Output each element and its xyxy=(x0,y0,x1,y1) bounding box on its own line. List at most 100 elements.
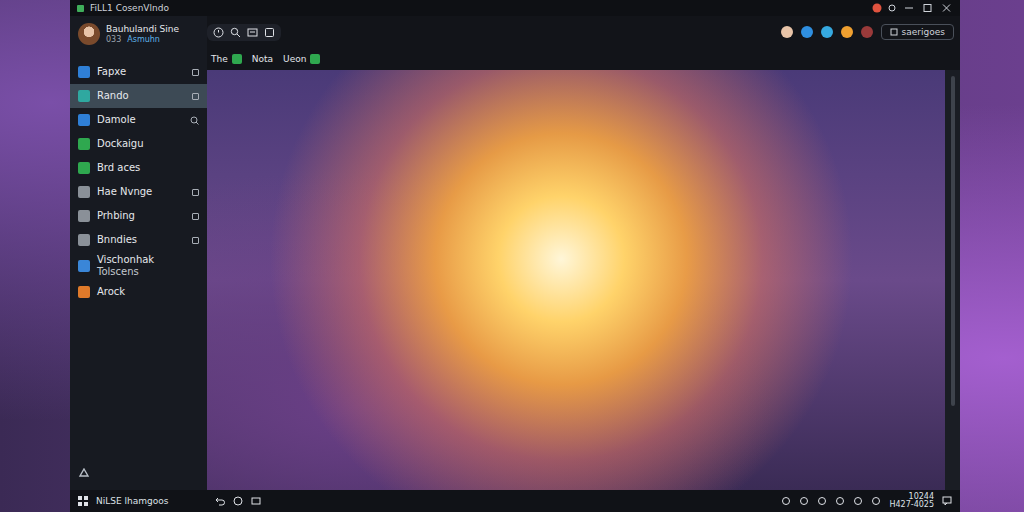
taskbar-main: 10244H427-4025 xyxy=(207,493,960,510)
maximize-icon[interactable] xyxy=(921,3,935,13)
user-name: Bauhulandi Sine xyxy=(106,24,179,34)
sidebar-item[interactable]: Prhbing xyxy=(70,204,207,228)
close-icon[interactable] xyxy=(940,3,954,13)
clock[interactable]: 10244H427-4025 xyxy=(889,493,934,510)
pen-icon[interactable] xyxy=(799,496,809,506)
tab[interactable]: Ueon xyxy=(281,53,322,65)
title-bar: FiLL1 CosenVlndo xyxy=(70,0,960,16)
item-action-icon[interactable] xyxy=(192,69,199,76)
gear-icon[interactable] xyxy=(853,496,863,506)
hand-icon[interactable] xyxy=(781,496,791,506)
toolbar: saerigoes xyxy=(207,16,960,48)
tab[interactable]: The xyxy=(209,53,244,65)
edit-icon xyxy=(890,28,898,36)
clock-date: H427-4025 xyxy=(889,501,934,509)
item-icon xyxy=(78,90,90,102)
main-area: saerigoes The Nota Ueon xyxy=(207,16,960,490)
undo-icon[interactable] xyxy=(215,496,225,506)
network-icon[interactable] xyxy=(871,496,881,506)
profile-text: Bauhulandi Sine033 Asmuhn xyxy=(106,24,179,44)
item-label: Bnndies xyxy=(97,234,185,246)
item-title: Damole xyxy=(97,114,136,125)
item-title: Bnndies xyxy=(97,234,137,245)
tab-app-icon xyxy=(310,54,320,64)
item-action-icon[interactable] xyxy=(192,189,199,196)
item-subtitle: Tolscens xyxy=(97,266,185,278)
item-label: Prhbing xyxy=(97,210,185,222)
desktop-right xyxy=(960,0,1024,512)
item-icon xyxy=(78,138,90,150)
item-icon xyxy=(78,234,90,246)
avatar-icon[interactable] xyxy=(78,23,100,45)
item-icon xyxy=(78,210,90,222)
item-title: Arock xyxy=(97,286,125,297)
coin-icon[interactable] xyxy=(841,26,853,38)
item-icon xyxy=(78,162,90,174)
action-label: saerigoes xyxy=(902,27,945,37)
panel-icon[interactable] xyxy=(251,496,261,506)
chat-icon[interactable] xyxy=(835,496,845,506)
circle-icon[interactable] xyxy=(233,496,243,506)
item-label: Hae Nvnge xyxy=(97,186,185,198)
sidebar-item[interactable]: Bnndies xyxy=(70,228,207,252)
status-icon[interactable] xyxy=(887,3,897,13)
tab-label: Ueon xyxy=(283,54,306,64)
start-icon[interactable] xyxy=(78,496,88,506)
profile-sub: 033 Asmuhn xyxy=(106,35,179,44)
item-title: Fapxe xyxy=(97,66,126,77)
bolt-icon[interactable] xyxy=(817,496,827,506)
sidebar-list: Fapxe Rando Damole Dockaigu Brd aces Hae Nvng… xyxy=(70,50,207,304)
sidebar-item[interactable]: Dockaigu xyxy=(70,132,207,156)
clock-icon[interactable] xyxy=(213,27,224,38)
sidebar-item[interactable]: VischonhakTolscens xyxy=(70,252,207,280)
item-label: Rando xyxy=(97,90,185,102)
minimize-icon[interactable] xyxy=(902,3,916,13)
illustration xyxy=(207,70,945,490)
window-content: Bauhulandi Sine033 Asmuhn Fapxe Rando Damole… xyxy=(70,16,960,490)
user-id: 033 xyxy=(106,35,121,44)
item-action-icon[interactable] xyxy=(192,93,199,100)
item-search-icon[interactable] xyxy=(190,116,199,125)
user-avatar-icon[interactable] xyxy=(781,26,793,38)
notification-icon[interactable] xyxy=(872,3,882,13)
viewer xyxy=(207,70,960,490)
tab[interactable]: Nota xyxy=(250,53,275,65)
action-button[interactable]: saerigoes xyxy=(881,24,954,40)
item-label: Dockaigu xyxy=(97,138,185,150)
sidebar: Bauhulandi Sine033 Asmuhn Fapxe Rando Damole… xyxy=(70,16,207,490)
tab-bar: The Nota Ueon xyxy=(207,48,960,70)
document-icon[interactable] xyxy=(247,27,258,38)
item-icon xyxy=(78,66,90,78)
item-icon xyxy=(78,186,90,198)
tab-app-icon xyxy=(232,54,242,64)
sidebar-item[interactable]: Fapxe xyxy=(70,60,207,84)
sidebar-item[interactable]: Damole xyxy=(70,108,207,132)
browser-icon[interactable] xyxy=(801,26,813,38)
item-label: Fapxe xyxy=(97,66,185,78)
sidebar-item[interactable]: Hae Nvnge xyxy=(70,180,207,204)
notification-center-icon[interactable] xyxy=(942,496,952,506)
item-icon xyxy=(78,286,90,298)
item-label: VischonhakTolscens xyxy=(97,254,185,278)
item-title: Brd aces xyxy=(97,162,140,173)
friend-avatar-icon[interactable] xyxy=(861,26,873,38)
item-action-icon[interactable] xyxy=(192,237,199,244)
taskbar-start: NiLSE lhamgoos xyxy=(70,496,207,506)
item-action-icon[interactable] xyxy=(192,213,199,220)
item-icon xyxy=(78,260,90,272)
sidebar-item[interactable]: Rando xyxy=(70,84,207,108)
scrollbar[interactable] xyxy=(945,70,960,490)
app-icon[interactable] xyxy=(821,26,833,38)
sidebar-item[interactable]: Brd aces xyxy=(70,156,207,180)
recycle-bin[interactable] xyxy=(70,465,207,490)
window-icon[interactable] xyxy=(264,27,275,38)
item-title: Prhbing xyxy=(97,210,135,221)
user-profile[interactable]: Bauhulandi Sine033 Asmuhn xyxy=(70,16,207,50)
search-icon[interactable] xyxy=(230,27,241,38)
tab-label: Nota xyxy=(252,54,273,64)
scroll-thumb[interactable] xyxy=(951,76,955,406)
user-status: Asmuhn xyxy=(127,35,160,44)
recycle-icon[interactable] xyxy=(78,468,90,480)
sidebar-item[interactable]: Arock xyxy=(70,280,207,304)
item-label: Arock xyxy=(97,286,185,298)
